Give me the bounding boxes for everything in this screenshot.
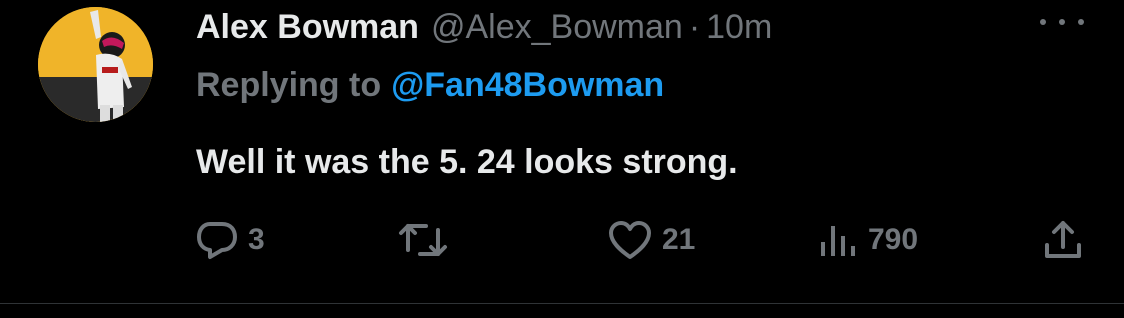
views-button[interactable]: 790 bbox=[818, 218, 918, 262]
replying-handle-link[interactable]: @Fan48Bowman bbox=[391, 66, 664, 104]
more-dots-icon[interactable] bbox=[1040, 10, 1084, 34]
more-dot bbox=[1040, 19, 1046, 25]
share-button[interactable] bbox=[1042, 218, 1084, 262]
like-count: 21 bbox=[662, 223, 696, 256]
timestamp[interactable]: 10m bbox=[706, 5, 772, 49]
author-name[interactable]: Alex Bowman bbox=[196, 5, 419, 49]
heart-icon bbox=[609, 221, 651, 259]
retweet-button[interactable] bbox=[398, 218, 458, 262]
avatar[interactable] bbox=[38, 7, 153, 122]
more-dot bbox=[1059, 19, 1065, 25]
tweet-text: Well it was the 5. 24 looks strong. bbox=[196, 143, 738, 181]
author-handle[interactable]: @Alex_Bowman bbox=[431, 5, 683, 49]
driver-avatar-image bbox=[38, 7, 153, 122]
divider bbox=[0, 303, 1124, 304]
reply-count: 3 bbox=[248, 223, 265, 256]
replying-to: Replying to @Fan48Bowman bbox=[196, 63, 664, 107]
reply-button[interactable]: 3 bbox=[196, 218, 265, 262]
replying-label: Replying to bbox=[196, 66, 382, 104]
tweet-header: Alex Bowman @Alex_Bowman · 10m bbox=[196, 5, 772, 49]
share-icon bbox=[1045, 221, 1081, 258]
views-icon bbox=[821, 226, 855, 256]
retweet-icon bbox=[399, 224, 447, 256]
like-button[interactable]: 21 bbox=[608, 218, 695, 262]
reply-icon bbox=[197, 222, 237, 259]
separator-dot: · bbox=[688, 8, 701, 46]
more-dot bbox=[1078, 19, 1084, 25]
action-bar: 3 21 790 bbox=[196, 218, 1096, 262]
views-count: 790 bbox=[868, 223, 919, 256]
